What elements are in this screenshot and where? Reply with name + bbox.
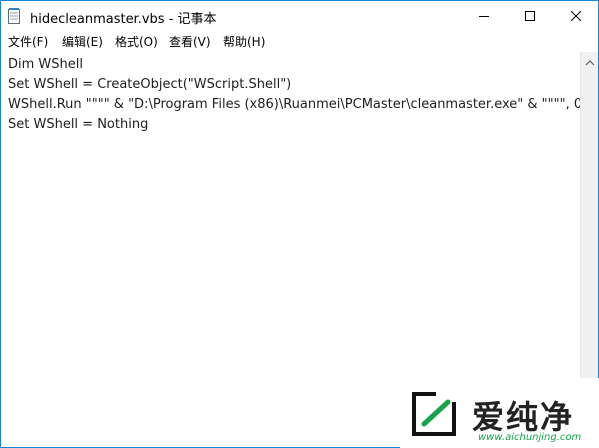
menu-help[interactable]: 帮助(H) xyxy=(223,33,265,50)
scroll-up-icon[interactable] xyxy=(585,59,595,67)
close-button[interactable] xyxy=(553,1,598,31)
title-bar[interactable]: hidecleanmaster.vbs - 记事本 xyxy=(1,1,598,31)
menu-bar: 文件(F) 编辑(E) 格式(O) 查看(V) 帮助(H) xyxy=(1,31,598,52)
maximize-icon xyxy=(525,11,535,21)
watermark-logo-icon xyxy=(412,392,456,436)
watermark: 爱纯净 www.aichunjing.com xyxy=(400,378,599,448)
minimize-icon xyxy=(479,16,489,17)
menu-format[interactable]: 格式(O) xyxy=(115,33,158,50)
notepad-icon xyxy=(8,8,21,24)
text-line: Set WShell = Nothing xyxy=(8,117,149,132)
watermark-url: www.aichunjing.com xyxy=(478,432,582,443)
maximize-button[interactable] xyxy=(507,1,553,31)
text-line: WShell.Run """" & "D:\Program Files (x86… xyxy=(8,97,583,112)
close-icon xyxy=(571,11,581,21)
minimize-button[interactable] xyxy=(461,1,507,31)
menu-edit[interactable]: 编辑(E) xyxy=(62,33,103,50)
window-title: hidecleanmaster.vbs - 记事本 xyxy=(30,12,217,27)
text-line: Dim WShell xyxy=(8,57,83,72)
menu-view[interactable]: 查看(V) xyxy=(169,33,211,50)
text-line: Set WShell = CreateObject("WScript.Shell… xyxy=(8,77,292,92)
menu-file[interactable]: 文件(F) xyxy=(8,33,48,50)
